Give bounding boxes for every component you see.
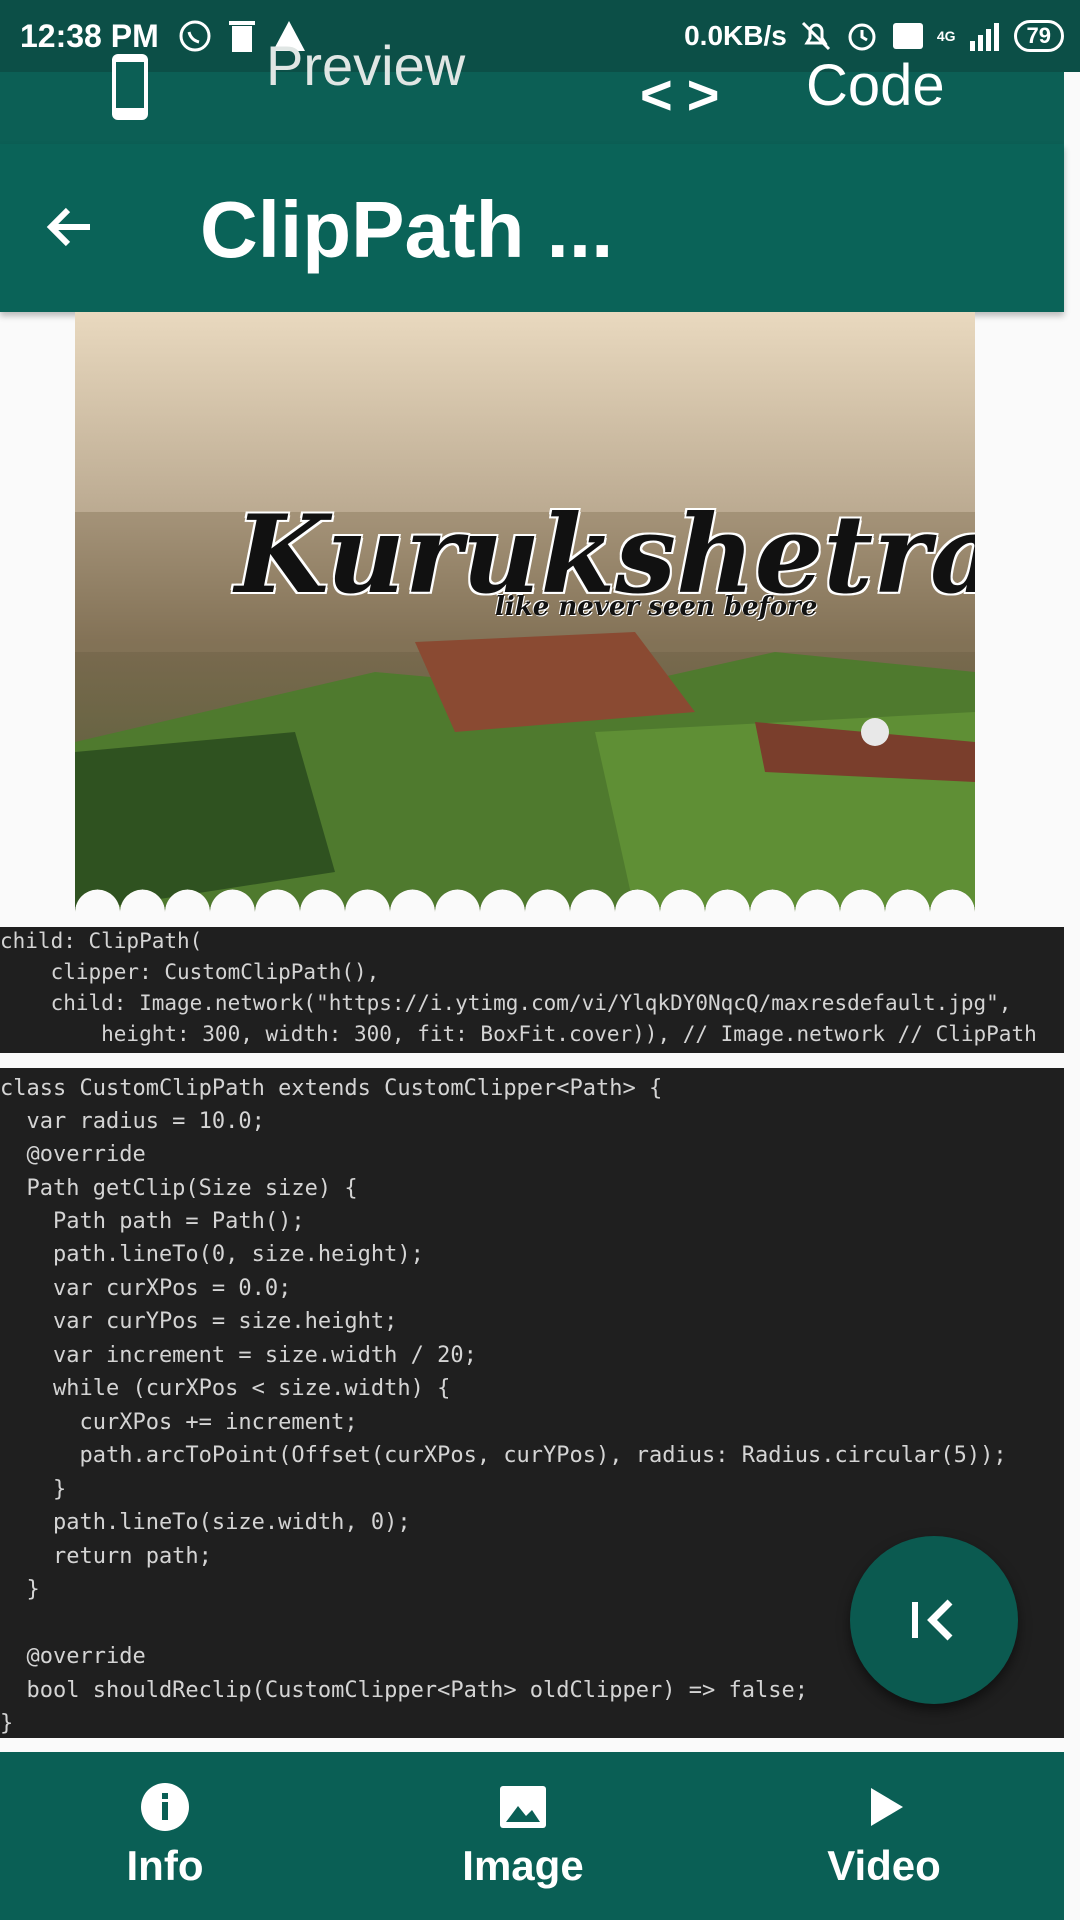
network-speed: 0.0KB/s xyxy=(684,20,787,51)
signal-icon xyxy=(969,23,999,51)
nav-label-video: Video xyxy=(827,1842,941,1889)
code-line: } xyxy=(0,1577,40,1602)
code-icon[interactable]: <> xyxy=(640,62,733,127)
code-line: var curYPos = size.height; xyxy=(0,1309,398,1334)
code-line: class CustomClipPath extends CustomClipp… xyxy=(0,1076,663,1101)
first-page-icon xyxy=(912,1599,953,1641)
code-line: path.arcToPoint(Offset(curXPos, curYPos)… xyxy=(0,1443,1007,1468)
code-line: return path; xyxy=(0,1544,212,1569)
image-subtitle-text: like never seen before xyxy=(495,592,818,622)
code-line: @override xyxy=(0,1644,146,1669)
trash-icon xyxy=(228,21,255,52)
phone-icon[interactable] xyxy=(110,52,150,122)
code-line: Path getClip(Size size) { xyxy=(0,1176,358,1201)
code-line: height: 300, width: 300, fit: BoxFit.cov… xyxy=(0,1022,1037,1046)
code-line: path.lineTo(size.width, 0); xyxy=(0,1510,411,1535)
code-snippet-widget: child: ClipPath( clipper: CustomClipPath… xyxy=(0,927,1064,1053)
bottom-navigation: Info Image Video xyxy=(0,1752,1064,1920)
alarm-icon xyxy=(848,23,876,51)
tab-code[interactable]: Code xyxy=(806,52,945,119)
code-line: var curXPos = 0.0; xyxy=(0,1276,292,1301)
code-line: } xyxy=(0,1711,14,1736)
status-time: 12:38 PM xyxy=(20,17,159,54)
code-line: Path path = Path(); xyxy=(0,1209,305,1234)
code-line: path.lineTo(0, size.height); xyxy=(0,1242,424,1267)
code-line: while (curXPos < size.width) { xyxy=(0,1376,451,1401)
clipped-image: Kurukshetra like never seen before xyxy=(75,312,975,912)
code-line: var radius = 10.0; xyxy=(0,1109,265,1134)
nav-label-image: Image xyxy=(462,1842,584,1889)
nav-item-video[interactable]: Video xyxy=(754,1752,1014,1920)
back-arrow-icon[interactable] xyxy=(40,196,102,258)
info-icon xyxy=(141,1783,189,1831)
nav-label-info: Info xyxy=(126,1842,204,1889)
collapse-fab-button[interactable] xyxy=(850,1536,1018,1704)
page-title: ClipPath ... xyxy=(200,185,614,274)
play-icon xyxy=(871,1788,903,1826)
preview-code-tabbar: Preview <> Code xyxy=(0,34,1064,144)
mute-icon xyxy=(801,21,830,51)
code-line: } xyxy=(0,1477,67,1502)
image-icon xyxy=(500,1786,546,1828)
nav-item-image[interactable]: Image xyxy=(393,1752,653,1920)
nav-item-info[interactable]: Info xyxy=(35,1752,295,1920)
whatsapp-icon xyxy=(179,20,211,52)
code-line: clipper: CustomClipPath(), xyxy=(0,960,380,984)
code-line: @override xyxy=(0,1142,146,1167)
code-line: bool shouldReclip(CustomClipper<Path> ol… xyxy=(0,1678,808,1703)
tab-preview[interactable]: Preview xyxy=(266,24,465,108)
code-line: child: ClipPath( xyxy=(0,929,203,953)
battery-indicator: 79 xyxy=(1013,20,1064,52)
signal-label: 4G xyxy=(936,28,956,44)
app-bar: ClipPath ... xyxy=(0,144,1064,312)
code-line: child: Image.network("https://i.ytimg.co… xyxy=(0,991,1012,1015)
code-line: var increment = size.width / 20; xyxy=(0,1343,477,1368)
volte-icon xyxy=(892,23,923,49)
code-line: curXPos += increment; xyxy=(0,1410,358,1435)
